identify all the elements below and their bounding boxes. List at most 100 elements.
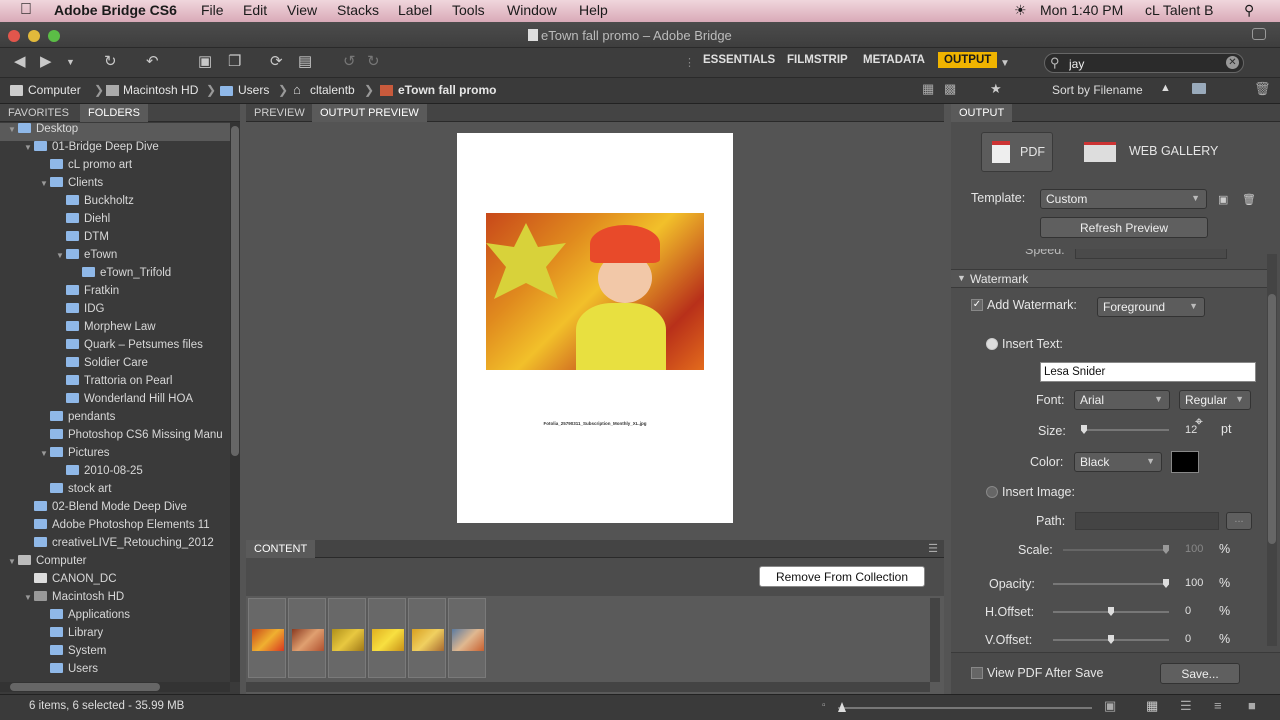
scale-value[interactable]: 100: [1185, 543, 1221, 559]
watermark-section-header[interactable]: ▼ Watermark: [951, 269, 1267, 288]
folder-tree-item[interactable]: Morphew Law: [0, 321, 230, 339]
folder-tree-item[interactable]: Adobe Photoshop Elements 11: [0, 519, 230, 537]
minimize-window-button[interactable]: [28, 30, 40, 42]
breadcrumb-computer[interactable]: Computer: [28, 83, 81, 97]
folder-tree-item[interactable]: ▼ Computer: [0, 555, 230, 573]
tab-output[interactable]: OUTPUT: [951, 104, 1013, 122]
clock[interactable]: Mon 1:40 PM: [1040, 2, 1123, 18]
folder-tree-item[interactable]: Users: [0, 663, 230, 681]
thumbnail-size-knob[interactable]: [838, 702, 846, 712]
folder-tree-item[interactable]: ▼ Pictures: [0, 447, 230, 465]
folder-tree-item[interactable]: DTM: [0, 231, 230, 249]
voffset-value[interactable]: 0: [1185, 633, 1221, 649]
thumbnail-5[interactable]: [408, 598, 446, 678]
folder-tree-item[interactable]: eTown_Trifold: [0, 267, 230, 285]
folder-tree-item[interactable]: pendants: [0, 411, 230, 429]
zoom-small-icon[interactable]: ▫: [822, 700, 826, 711]
toolbar-toggle-button[interactable]: [1252, 28, 1266, 40]
tree-vertical-scrollbar[interactable]: [230, 122, 240, 682]
app-menu[interactable]: Adobe Bridge CS6: [54, 2, 177, 18]
content-hscrollbar[interactable]: [246, 682, 930, 692]
reveal-icon[interactable]: ↻: [104, 54, 117, 70]
thumbnail-2[interactable]: [288, 598, 326, 678]
color-dropdown[interactable]: Black ▼: [1074, 452, 1162, 472]
expand-down-icon[interactable]: ▼: [40, 449, 50, 458]
folder-tree-item[interactable]: ▼ Desktop: [0, 123, 230, 141]
template-dropdown[interactable]: Custom ▼: [1040, 189, 1207, 209]
output-scrollbar[interactable]: [1267, 254, 1277, 646]
clear-search-icon[interactable]: ✕: [1226, 56, 1239, 69]
list-view-icon[interactable]: ≡: [1214, 698, 1222, 713]
view-pdf-checkbox[interactable]: [971, 667, 983, 679]
size-value[interactable]: 12: [1185, 424, 1221, 440]
trash-icon[interactable]: 🗑: [1254, 81, 1271, 97]
path-field[interactable]: [1075, 512, 1219, 530]
folder-tree-item[interactable]: Library: [0, 627, 230, 645]
menu-stacks[interactable]: Stacks: [337, 2, 379, 18]
forward-icon[interactable]: ▶: [40, 54, 52, 70]
insert-image-radio[interactable]: [986, 486, 998, 498]
menu-tools[interactable]: Tools: [452, 2, 485, 18]
output-scroll-thumb[interactable]: [1268, 294, 1276, 544]
collapse-triangle-icon[interactable]: ▼: [957, 273, 966, 283]
tree-horizontal-scrollbar[interactable]: [0, 682, 230, 692]
pdf-mode-button[interactable]: PDF: [981, 132, 1053, 172]
history-dropdown-icon[interactable]: ▼: [66, 54, 75, 70]
expand-down-icon[interactable]: ▼: [8, 125, 18, 134]
font-style-dropdown[interactable]: Regular ▼: [1179, 390, 1251, 410]
folder-tree-item[interactable]: System: [0, 645, 230, 663]
refine-icon[interactable]: ❐: [228, 54, 241, 70]
color-swatch[interactable]: [1171, 451, 1199, 473]
browse-path-button[interactable]: ...: [1226, 512, 1252, 530]
insert-text-radio[interactable]: [986, 338, 998, 350]
open-recent-icon[interactable]: ▤: [298, 54, 312, 70]
expand-down-icon[interactable]: ▼: [24, 593, 34, 602]
thumbnail-size-slider[interactable]: [838, 702, 1092, 712]
folder-tree-item[interactable]: Trattoria on Pearl: [0, 375, 230, 393]
folder-tree-item[interactable]: Wonderland Hill HOA: [0, 393, 230, 411]
search-box[interactable]: ⚲ ✕: [1044, 53, 1244, 73]
add-watermark-checkbox[interactable]: ✓: [971, 299, 983, 311]
spotlight-icon[interactable]: ⚲: [1244, 2, 1254, 19]
lock-icon[interactable]: ■: [1248, 698, 1256, 713]
details-view-icon[interactable]: ☰: [1180, 698, 1192, 714]
font-dropdown[interactable]: Arial ▼: [1074, 390, 1170, 410]
size-slider[interactable]: [1081, 425, 1169, 434]
expand-down-icon[interactable]: ▼: [8, 557, 18, 566]
folder-tree-item[interactable]: Diehl: [0, 213, 230, 231]
hoffset-slider[interactable]: [1053, 607, 1169, 616]
folder-tree-item[interactable]: 02-Blend Mode Deep Dive: [0, 501, 230, 519]
scale-slider[interactable]: [1063, 545, 1169, 554]
size-slider-knob[interactable]: [1081, 425, 1087, 434]
new-folder-icon[interactable]: [1192, 83, 1206, 94]
menu-edit[interactable]: Edit: [243, 2, 267, 18]
speed-field[interactable]: [1075, 249, 1227, 259]
refresh-preview-button[interactable]: Refresh Preview: [1040, 217, 1208, 238]
watermark-mode-dropdown[interactable]: Foreground ▼: [1097, 297, 1205, 317]
menu-view[interactable]: View: [287, 2, 317, 18]
quality-icon[interactable]: ▦: [922, 81, 934, 97]
workspace-dropdown-icon[interactable]: ▼: [1000, 56, 1010, 72]
menu-help[interactable]: Help: [579, 2, 608, 18]
panel-menu-icon[interactable]: ☰: [928, 542, 938, 555]
folder-tree-item[interactable]: Photoshop CS6 Missing Manu: [0, 429, 230, 447]
folder-tree-item[interactable]: ▼ Macintosh HD: [0, 591, 230, 609]
voffset-slider[interactable]: [1053, 635, 1169, 644]
expand-down-icon[interactable]: ▼: [24, 143, 34, 152]
expand-down-icon[interactable]: ▼: [56, 251, 66, 260]
scale-slider-knob[interactable]: [1163, 545, 1169, 554]
breadcrumb-macintosh-hd[interactable]: Macintosh HD: [123, 83, 198, 97]
breadcrumb-user[interactable]: cltalentb: [310, 83, 355, 97]
rotate-left-icon[interactable]: ↺: [343, 54, 356, 70]
rotate-icon[interactable]: ⟳: [270, 54, 283, 70]
thumbnail-3[interactable]: [328, 598, 366, 678]
folder-tree-item[interactable]: IDG: [0, 303, 230, 321]
breadcrumb-collection[interactable]: eTown fall promo: [398, 83, 496, 97]
sort-dropdown[interactable]: Sort by Filename: [1052, 83, 1143, 97]
workspace-output[interactable]: OUTPUT: [938, 52, 998, 68]
opacity-slider[interactable]: [1053, 579, 1169, 588]
watermark-text-input[interactable]: [1040, 362, 1256, 382]
menu-label[interactable]: Label: [398, 2, 432, 18]
tab-favorites[interactable]: FAVORITES: [0, 104, 77, 122]
tree-scroll-thumb[interactable]: [231, 126, 239, 456]
